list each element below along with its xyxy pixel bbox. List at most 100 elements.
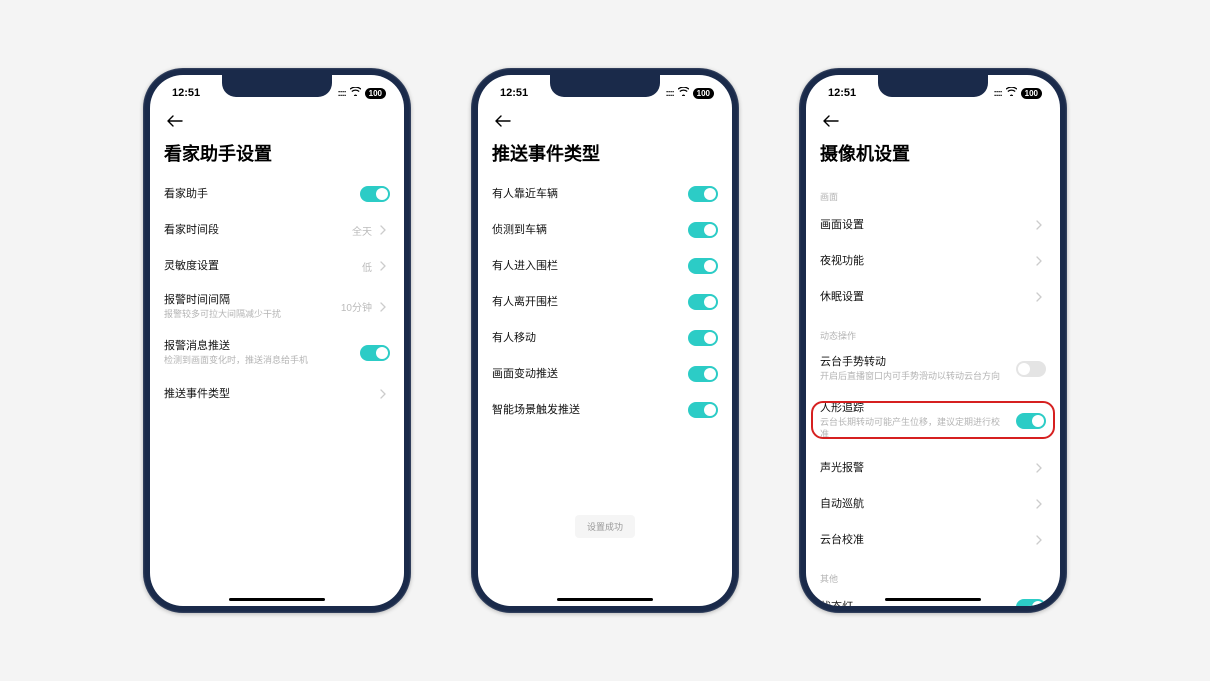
home-indicator[interactable] [229, 598, 325, 601]
screen: 12:51 :::: 100 看家助手设置 看家助手看家时间段全天灵敏度设置低报… [150, 75, 404, 606]
row-label-text: 推送事件类型 [164, 387, 372, 401]
battery-badge: 100 [365, 88, 386, 99]
settings-row[interactable]: 灵敏度设置低 [150, 248, 404, 284]
row-label: 有人移动 [492, 331, 680, 345]
row-label-text: 声光报警 [820, 461, 1028, 475]
nav-bar [150, 108, 404, 134]
settings-row: 人形追踪云台长期转动可能产生位移，建议定期进行校准 [806, 392, 1060, 450]
content: 看家助手看家时间段全天灵敏度设置低报警时间间隔报警较多可拉大间隔减少干扰10分钟… [150, 176, 404, 606]
settings-row: 智能场景触发推送 [478, 392, 732, 428]
toggle-switch[interactable] [360, 345, 390, 361]
chevron-right-icon [1036, 256, 1046, 266]
settings-row[interactable]: 看家时间段全天 [150, 212, 404, 248]
row-label-text: 人形追踪 [820, 401, 1008, 415]
toggle-switch[interactable] [688, 330, 718, 346]
settings-row[interactable]: 推送事件类型 [150, 376, 404, 412]
toggle-switch[interactable] [360, 186, 390, 202]
settings-row: 有人进入围栏 [478, 248, 732, 284]
toggle-switch[interactable] [1016, 599, 1046, 606]
settings-row[interactable]: 画面设置 [806, 207, 1060, 243]
row-label-text: 有人进入围栏 [492, 259, 680, 273]
chevron-right-icon [380, 302, 390, 312]
battery-badge: 100 [693, 88, 714, 99]
toggle-switch[interactable] [688, 294, 718, 310]
row-label: 声光报警 [820, 461, 1028, 475]
row-label: 看家时间段 [164, 223, 344, 237]
chevron-right-icon [380, 389, 390, 399]
toggle-switch[interactable] [688, 186, 718, 202]
row-label: 休眠设置 [820, 290, 1028, 304]
chevron-right-icon [380, 225, 390, 235]
row-label: 报警时间间隔报警较多可拉大间隔减少干扰 [164, 293, 333, 321]
row-label: 自动巡航 [820, 497, 1028, 511]
settings-row[interactable]: 休眠设置 [806, 279, 1060, 315]
toggle-switch[interactable] [688, 222, 718, 238]
back-arrow-icon [167, 115, 183, 127]
row-label-text: 有人靠近车辆 [492, 187, 680, 201]
settings-row[interactable]: 夜视功能 [806, 243, 1060, 279]
status-time: 12:51 [172, 87, 200, 99]
settings-row: 有人靠近车辆 [478, 176, 732, 212]
row-label-text: 云台手势转动 [820, 355, 1008, 369]
toggle-switch[interactable] [1016, 361, 1046, 377]
row-label: 灵敏度设置 [164, 259, 354, 273]
row-label: 画面设置 [820, 218, 1028, 232]
settings-row[interactable]: 云台校准 [806, 522, 1060, 558]
toggle-switch[interactable] [1016, 413, 1046, 429]
row-value: 10分钟 [341, 299, 372, 314]
signal-icon: :::: [994, 88, 1002, 98]
row-label-text: 报警时间间隔 [164, 293, 333, 307]
settings-row: 云台手势转动开启后直播窗口内可手势滑动以转动云台方向 [806, 346, 1060, 392]
row-label-text: 画面变动推送 [492, 367, 680, 381]
row-label-text: 夜视功能 [820, 254, 1028, 268]
back-button[interactable] [820, 110, 842, 132]
toggle-switch[interactable] [688, 366, 718, 382]
chevron-right-icon [1036, 220, 1046, 230]
notch [550, 75, 660, 97]
row-label: 报警消息推送检测到画面变化时，推送消息给手机 [164, 339, 352, 367]
settings-row[interactable]: 自动巡航 [806, 486, 1060, 522]
row-label-text: 报警消息推送 [164, 339, 352, 353]
phone-frame: 12:51 :::: 100 推送事件类型 有人靠近车辆侦测到车辆有人进入围栏有… [471, 68, 739, 613]
page-title: 推送事件类型 [478, 134, 732, 176]
home-indicator[interactable] [885, 598, 981, 601]
wifi-icon [1006, 87, 1017, 99]
row-label: 云台校准 [820, 533, 1028, 547]
toggle-switch[interactable] [688, 402, 718, 418]
phone-frame: 12:51 :::: 100 摄像机设置 画面画面设置夜视功能休眠设置动态操作云… [799, 68, 1067, 613]
chevron-right-icon [1036, 499, 1046, 509]
row-label-text: 休眠设置 [820, 290, 1028, 304]
screen: 12:51 :::: 100 摄像机设置 画面画面设置夜视功能休眠设置动态操作云… [806, 75, 1060, 606]
row-label: 夜视功能 [820, 254, 1028, 268]
row-sublabel: 报警较多可拉大间隔减少干扰 [164, 309, 333, 321]
settings-row: 有人移动 [478, 320, 732, 356]
row-label: 云台手势转动开启后直播窗口内可手势滑动以转动云台方向 [820, 355, 1008, 383]
status-time: 12:51 [500, 87, 528, 99]
row-label: 智能场景触发推送 [492, 403, 680, 417]
signal-icon: :::: [666, 88, 674, 98]
notch [222, 75, 332, 97]
wifi-icon [678, 87, 689, 99]
row-sublabel: 开启后直播窗口内可手势滑动以转动云台方向 [820, 371, 1008, 383]
row-label-text: 画面设置 [820, 218, 1028, 232]
content: 有人靠近车辆侦测到车辆有人进入围栏有人离开围栏有人移动画面变动推送智能场景触发推… [478, 176, 732, 606]
row-label-text: 侦测到车辆 [492, 223, 680, 237]
row-label-text: 有人移动 [492, 331, 680, 345]
row-label-text: 云台校准 [820, 533, 1028, 547]
row-label-text: 智能场景触发推送 [492, 403, 680, 417]
signal-icon: :::: [338, 88, 346, 98]
settings-row: 有人离开围栏 [478, 284, 732, 320]
back-button[interactable] [164, 110, 186, 132]
page-title: 看家助手设置 [150, 134, 404, 176]
back-button[interactable] [492, 110, 514, 132]
home-indicator[interactable] [557, 598, 653, 601]
toggle-switch[interactable] [688, 258, 718, 274]
settings-row[interactable]: 声光报警 [806, 450, 1060, 486]
settings-row[interactable]: 报警时间间隔报警较多可拉大间隔减少干扰 10分钟 [150, 284, 404, 330]
row-sublabel: 检测到画面变化时，推送消息给手机 [164, 355, 352, 367]
nav-bar [806, 108, 1060, 134]
section-header: 动态操作 [806, 315, 1060, 346]
battery-badge: 100 [1021, 88, 1042, 99]
wifi-icon [350, 87, 361, 99]
nav-bar [478, 108, 732, 134]
